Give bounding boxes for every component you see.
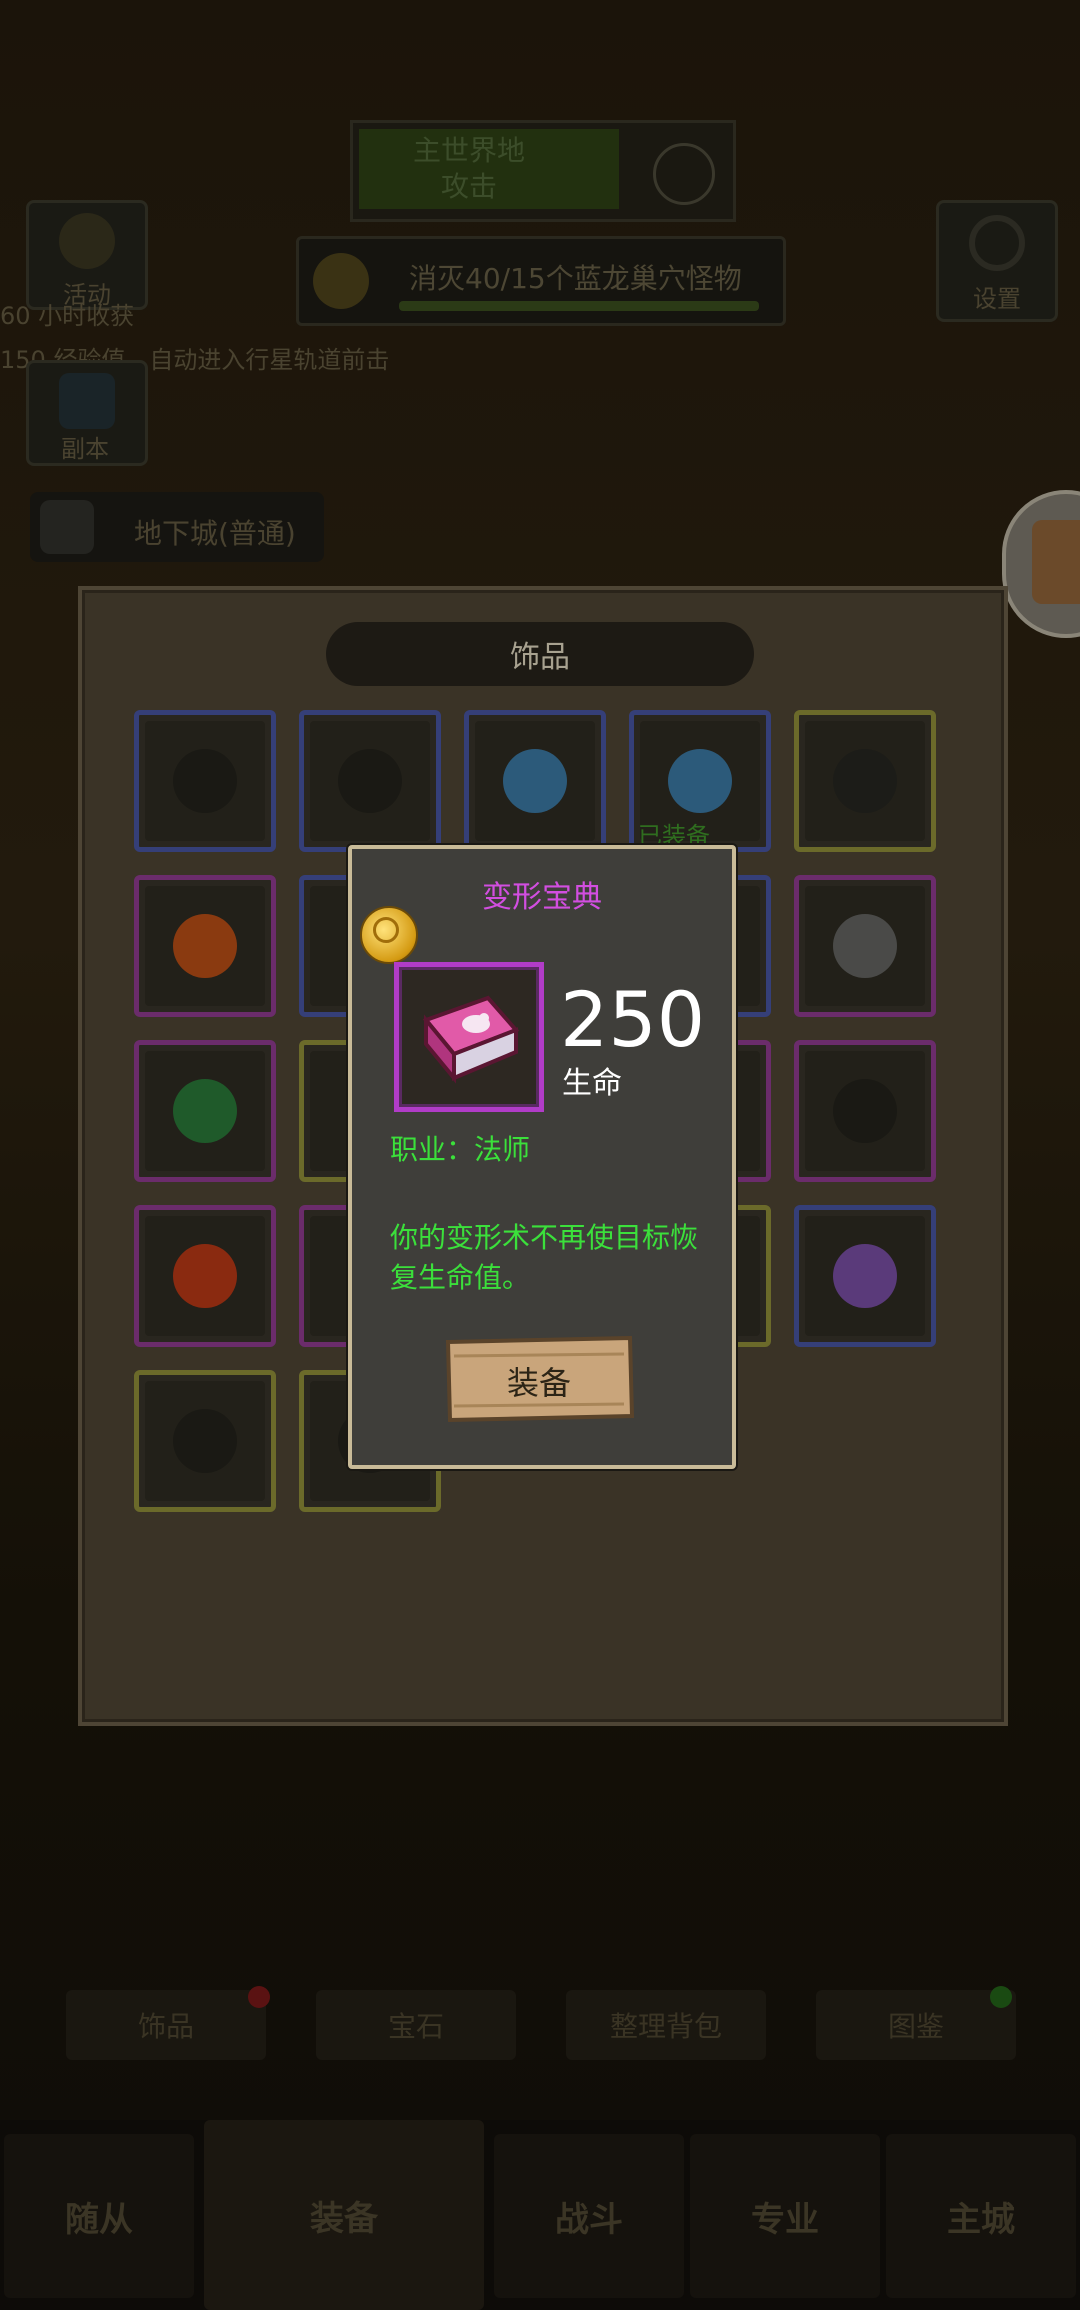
flame-icon bbox=[173, 1244, 237, 1308]
subtab-accessories[interactable]: 饰品 bbox=[66, 1990, 266, 2060]
accessory-slot[interactable] bbox=[794, 710, 936, 852]
settings-label: 设置 bbox=[973, 285, 1021, 313]
tab-equipment[interactable]: 装备 bbox=[204, 2120, 484, 2310]
accessory-slot[interactable] bbox=[794, 875, 936, 1017]
swap-icon[interactable] bbox=[653, 143, 715, 205]
accessory-slot[interactable] bbox=[464, 710, 606, 852]
water-drop-icon bbox=[503, 749, 567, 813]
side-bubble-icon bbox=[1032, 520, 1080, 604]
accessory-slot[interactable] bbox=[794, 1205, 936, 1347]
bottom-nav: 随从 装备 战斗 专业 主城 bbox=[0, 2120, 1080, 2310]
subtab-organize[interactable]: 整理背包 bbox=[566, 1990, 766, 2060]
equip-button-label: 装备 bbox=[506, 1364, 571, 1402]
subtab-codex[interactable]: 图鉴 bbox=[816, 1990, 1016, 2060]
item-name: 变形宝典 bbox=[482, 880, 602, 915]
quest-icon bbox=[313, 253, 369, 309]
locked-icon bbox=[338, 749, 402, 813]
star-icon bbox=[59, 213, 115, 269]
item-description: 你的变形术不再使目标恢复生命值。 bbox=[390, 1221, 699, 1294]
accessory-slot[interactable] bbox=[299, 710, 441, 852]
notification-dot bbox=[990, 1986, 1012, 2008]
class-requirement: 职业：法师 bbox=[390, 1133, 531, 1166]
accessory-slot[interactable] bbox=[134, 1205, 276, 1347]
tab-profession[interactable]: 专业 bbox=[690, 2134, 880, 2298]
snowflake-icon bbox=[668, 749, 732, 813]
green-shield-icon bbox=[173, 1079, 237, 1143]
gear-icon bbox=[969, 215, 1025, 271]
accessory-slot[interactable] bbox=[134, 710, 276, 852]
dungeon-button[interactable]: 副本 bbox=[26, 360, 148, 466]
spellbook-icon bbox=[422, 995, 520, 1084]
stat-label: 生命 bbox=[562, 1066, 622, 1101]
event-button[interactable]: 活动 bbox=[26, 200, 148, 310]
accessory-slot[interactable] bbox=[794, 1040, 936, 1182]
coin-mark bbox=[373, 917, 399, 943]
panel-title: 饰品 bbox=[326, 622, 754, 686]
garlic-icon bbox=[833, 749, 897, 813]
hunt-panel-text: 主世界地 攻击 bbox=[413, 134, 526, 203]
quest-progress-bar bbox=[399, 301, 759, 311]
locked-icon bbox=[833, 1079, 897, 1143]
c-ring-icon bbox=[833, 914, 897, 978]
stat-value: 250 bbox=[560, 975, 706, 1064]
event-info-1: 60 小时收获 bbox=[0, 302, 135, 330]
portal-icon bbox=[59, 373, 115, 429]
tab-followers[interactable]: 随从 bbox=[4, 2134, 194, 2298]
helmet-icon bbox=[40, 500, 94, 554]
accessory-slot[interactable] bbox=[134, 875, 276, 1017]
quest-tracker[interactable]: 消灭40/15个蓝龙巢穴怪物 bbox=[296, 236, 786, 326]
dungeon-button-label: 副本 bbox=[61, 435, 109, 463]
dungeon-label: 地下城(普通) bbox=[134, 517, 296, 550]
notification-dot bbox=[248, 1986, 270, 2008]
accessory-slot[interactable] bbox=[134, 1040, 276, 1182]
hunt-panel[interactable]: 主世界地 攻击 bbox=[350, 120, 736, 222]
locked-icon bbox=[173, 1409, 237, 1473]
accessory-slot[interactable] bbox=[134, 1370, 276, 1512]
dungeon-entry[interactable]: 地下城(普通) bbox=[30, 492, 324, 562]
tab-battle[interactable]: 战斗 bbox=[494, 2134, 684, 2298]
purple-egg-icon bbox=[833, 1244, 897, 1308]
settings-button[interactable]: 设置 bbox=[936, 200, 1058, 322]
quest-text: 消灭40/15个蓝龙巢穴怪物 bbox=[409, 262, 742, 295]
locked-icon bbox=[173, 749, 237, 813]
fire-icon bbox=[173, 914, 237, 978]
subtab-gems[interactable]: 宝石 bbox=[316, 1990, 516, 2060]
tab-city[interactable]: 主城 bbox=[886, 2134, 1076, 2298]
